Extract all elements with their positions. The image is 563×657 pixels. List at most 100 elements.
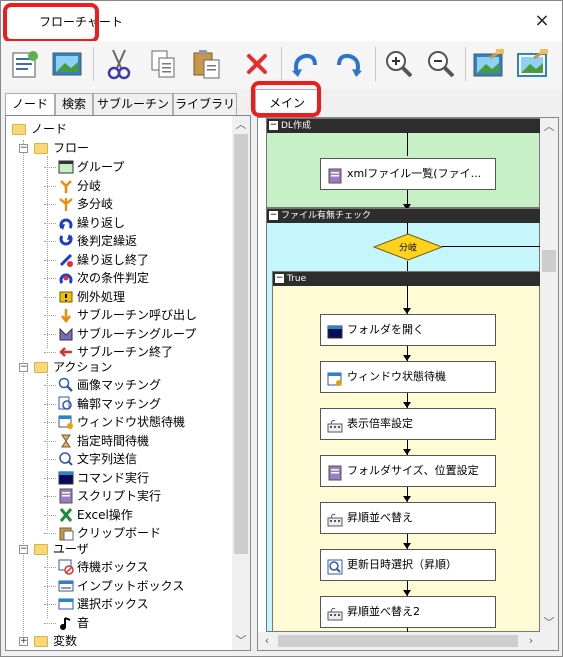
contour-match-icon bbox=[58, 396, 74, 412]
tree-item-action-8[interactable]: クリップボード bbox=[58, 524, 161, 542]
flow-action-node-2[interactable]: 表示倍率設定 bbox=[320, 408, 496, 440]
tree-folder-user[interactable]: ユーザ bbox=[34, 540, 89, 558]
tree-item-flow-10[interactable]: サブルーチン終了 bbox=[58, 343, 173, 361]
tree-item-user-1[interactable]: インプットボックス bbox=[58, 577, 184, 595]
expand-variable-icon[interactable]: + bbox=[19, 637, 28, 646]
branch-icon bbox=[58, 178, 74, 194]
tree-item-user-0[interactable]: 待機ボックス bbox=[58, 558, 149, 576]
tree-item-action-1[interactable]: 輪郭マッチング bbox=[58, 395, 161, 413]
collapse-action-icon[interactable]: − bbox=[19, 363, 28, 372]
text-send-icon bbox=[58, 451, 74, 467]
flow-action-node-1[interactable]: ウィンドウ状態待機 bbox=[320, 361, 496, 393]
close-button[interactable]: × bbox=[528, 7, 556, 35]
tree-folder-flow[interactable]: フロー bbox=[34, 139, 89, 157]
scroll-left-icon[interactable]: ‹ bbox=[258, 632, 276, 650]
tree-item-flow-5[interactable]: 繰り返し終了 bbox=[58, 251, 149, 269]
new-file-icon[interactable] bbox=[7, 45, 43, 83]
group-true-title: True bbox=[287, 274, 307, 284]
script-icon bbox=[327, 463, 343, 481]
tree-item-action-7[interactable]: Excel操作 bbox=[58, 506, 133, 524]
tree-root[interactable]: ノード bbox=[12, 120, 67, 138]
tree-item-action-6[interactable]: スクリプト実行 bbox=[58, 487, 161, 505]
flow-action-node-0[interactable]: フォルダを開く bbox=[320, 314, 496, 346]
folder-window-icon bbox=[327, 322, 343, 339]
keyboard-icon bbox=[327, 416, 343, 433]
collapse-flow-icon[interactable]: − bbox=[19, 144, 28, 153]
tree-item-flow-7[interactable]: 例外処理 bbox=[58, 288, 125, 306]
zoom-in-icon[interactable] bbox=[381, 45, 417, 83]
scroll-down-icon[interactable]: ﹀ bbox=[232, 632, 250, 650]
tree-item-flow-4[interactable]: 後判定繰返 bbox=[58, 232, 137, 250]
group-icon bbox=[58, 159, 74, 175]
paste-icon[interactable] bbox=[189, 45, 225, 83]
tree-item-flow-9[interactable]: サブルーチングループ bbox=[58, 325, 196, 343]
scrollbar-thumb[interactable] bbox=[542, 250, 556, 272]
flowchart-canvas[interactable]: −DL作成 xmlファイル一覧(ファイ... −ファイル有無チェック 分岐 bbox=[258, 118, 540, 632]
scroll-right-icon[interactable]: › bbox=[522, 632, 540, 650]
tree-item-flow-0[interactable]: グループ bbox=[58, 158, 124, 176]
flow-action-node-5[interactable]: 更新日時選択（昇順） bbox=[320, 549, 496, 581]
flowchart-canvas-panel: −DL作成 xmlファイル一覧(ファイ... −ファイル有無チェック 分岐 bbox=[257, 117, 559, 651]
script-icon bbox=[58, 488, 74, 504]
import-icon[interactable] bbox=[515, 45, 551, 83]
scroll-up-icon[interactable]: ︿ bbox=[540, 118, 558, 136]
collapse-user-icon[interactable]: − bbox=[19, 545, 28, 554]
tree-item-user-3[interactable]: 音 bbox=[58, 614, 89, 632]
loop-end-icon bbox=[58, 252, 74, 268]
subroutine-end-icon bbox=[58, 344, 74, 360]
group-check-title: ファイル有無チェック bbox=[281, 211, 372, 221]
excel-icon bbox=[58, 507, 74, 523]
folder-icon bbox=[34, 541, 50, 557]
image-icon[interactable] bbox=[49, 45, 85, 83]
tree-item-flow-8[interactable]: サブルーチン呼び出し bbox=[58, 306, 197, 324]
canvas-vertical-scrollbar[interactable]: ︿ ﹀ bbox=[540, 118, 558, 632]
scroll-down-icon[interactable]: ﹀ bbox=[540, 614, 558, 632]
tree-item-flow-3[interactable]: 繰り返し bbox=[58, 214, 125, 232]
tree-item-flow-2[interactable]: 多分岐 bbox=[58, 195, 113, 213]
post-loop-icon bbox=[58, 233, 74, 249]
multi-branch-icon bbox=[58, 196, 74, 212]
tree-item-action-2[interactable]: ウィンドウ状態待機 bbox=[58, 413, 185, 431]
canvas-horizontal-scrollbar[interactable]: ‹ › bbox=[258, 632, 540, 650]
export-icon[interactable] bbox=[471, 45, 507, 83]
script-icon bbox=[327, 166, 343, 184]
tab-library[interactable]: ライブラリ bbox=[173, 93, 237, 115]
folder-icon bbox=[34, 140, 50, 156]
delete-icon[interactable] bbox=[239, 45, 275, 83]
tree-folder-variable[interactable]: 変数 bbox=[34, 632, 77, 650]
tree-item-action-0[interactable]: 画像マッチング bbox=[58, 376, 161, 394]
tab-search[interactable]: 検索 bbox=[55, 93, 93, 115]
branch-label: 分岐 bbox=[399, 242, 417, 254]
scroll-up-icon[interactable]: ︿ bbox=[232, 116, 250, 134]
zoom-out-icon[interactable] bbox=[423, 45, 459, 83]
scrollbar-thumb[interactable] bbox=[234, 134, 248, 554]
scrollbar-thumb[interactable] bbox=[278, 635, 518, 647]
tree-item-flow-6[interactable]: 次の条件判定 bbox=[58, 269, 149, 287]
main-tab-highlight-box bbox=[251, 81, 321, 117]
redo-icon[interactable] bbox=[331, 45, 367, 83]
tab-node[interactable]: ノード bbox=[5, 93, 55, 116]
node-tree: ノード − フロー − アクション − ユーザ + 変数 グループ 分岐 多分岐… bbox=[6, 116, 232, 650]
flow-action-node-4[interactable]: 昇順並べ替え bbox=[320, 502, 496, 534]
node-xml-file-list[interactable]: xmlファイル一覧(ファイ... bbox=[320, 158, 496, 190]
flowchart-window: フローチャート × ノード 検索 サブルーチン ライブラリ ノード − フロー … bbox=[0, 0, 563, 657]
flow-action-node-3[interactable]: フォルダサイズ、位置設定 bbox=[320, 455, 496, 487]
tree-vertical-scrollbar[interactable]: ︿ ﹀ bbox=[232, 116, 250, 650]
wait-box-icon bbox=[58, 559, 74, 575]
tree-item-action-5[interactable]: コマンド実行 bbox=[58, 469, 149, 487]
node-tree-panel: ノード − フロー − アクション − ユーザ + 変数 グループ 分岐 多分岐… bbox=[5, 115, 251, 651]
sound-icon bbox=[58, 615, 74, 631]
undo-icon[interactable] bbox=[287, 45, 323, 83]
tree-item-action-3[interactable]: 指定時間待機 bbox=[58, 432, 149, 450]
tree-item-action-4[interactable]: 文字列送信 bbox=[58, 450, 137, 468]
search-icon bbox=[327, 557, 343, 575]
branch-diamond[interactable]: 分岐 bbox=[373, 233, 443, 261]
tree-item-flow-1[interactable]: 分岐 bbox=[58, 177, 101, 195]
flow-action-node-6[interactable]: 昇順並べ替え2 bbox=[320, 596, 496, 628]
tab-subroutine[interactable]: サブルーチン bbox=[93, 93, 173, 115]
subroutine-group-icon bbox=[58, 326, 74, 342]
cut-icon[interactable] bbox=[101, 45, 137, 83]
copy-icon[interactable] bbox=[145, 45, 181, 83]
tree-item-user-2[interactable]: 選択ボックス bbox=[58, 595, 149, 613]
folder-icon bbox=[34, 633, 50, 649]
